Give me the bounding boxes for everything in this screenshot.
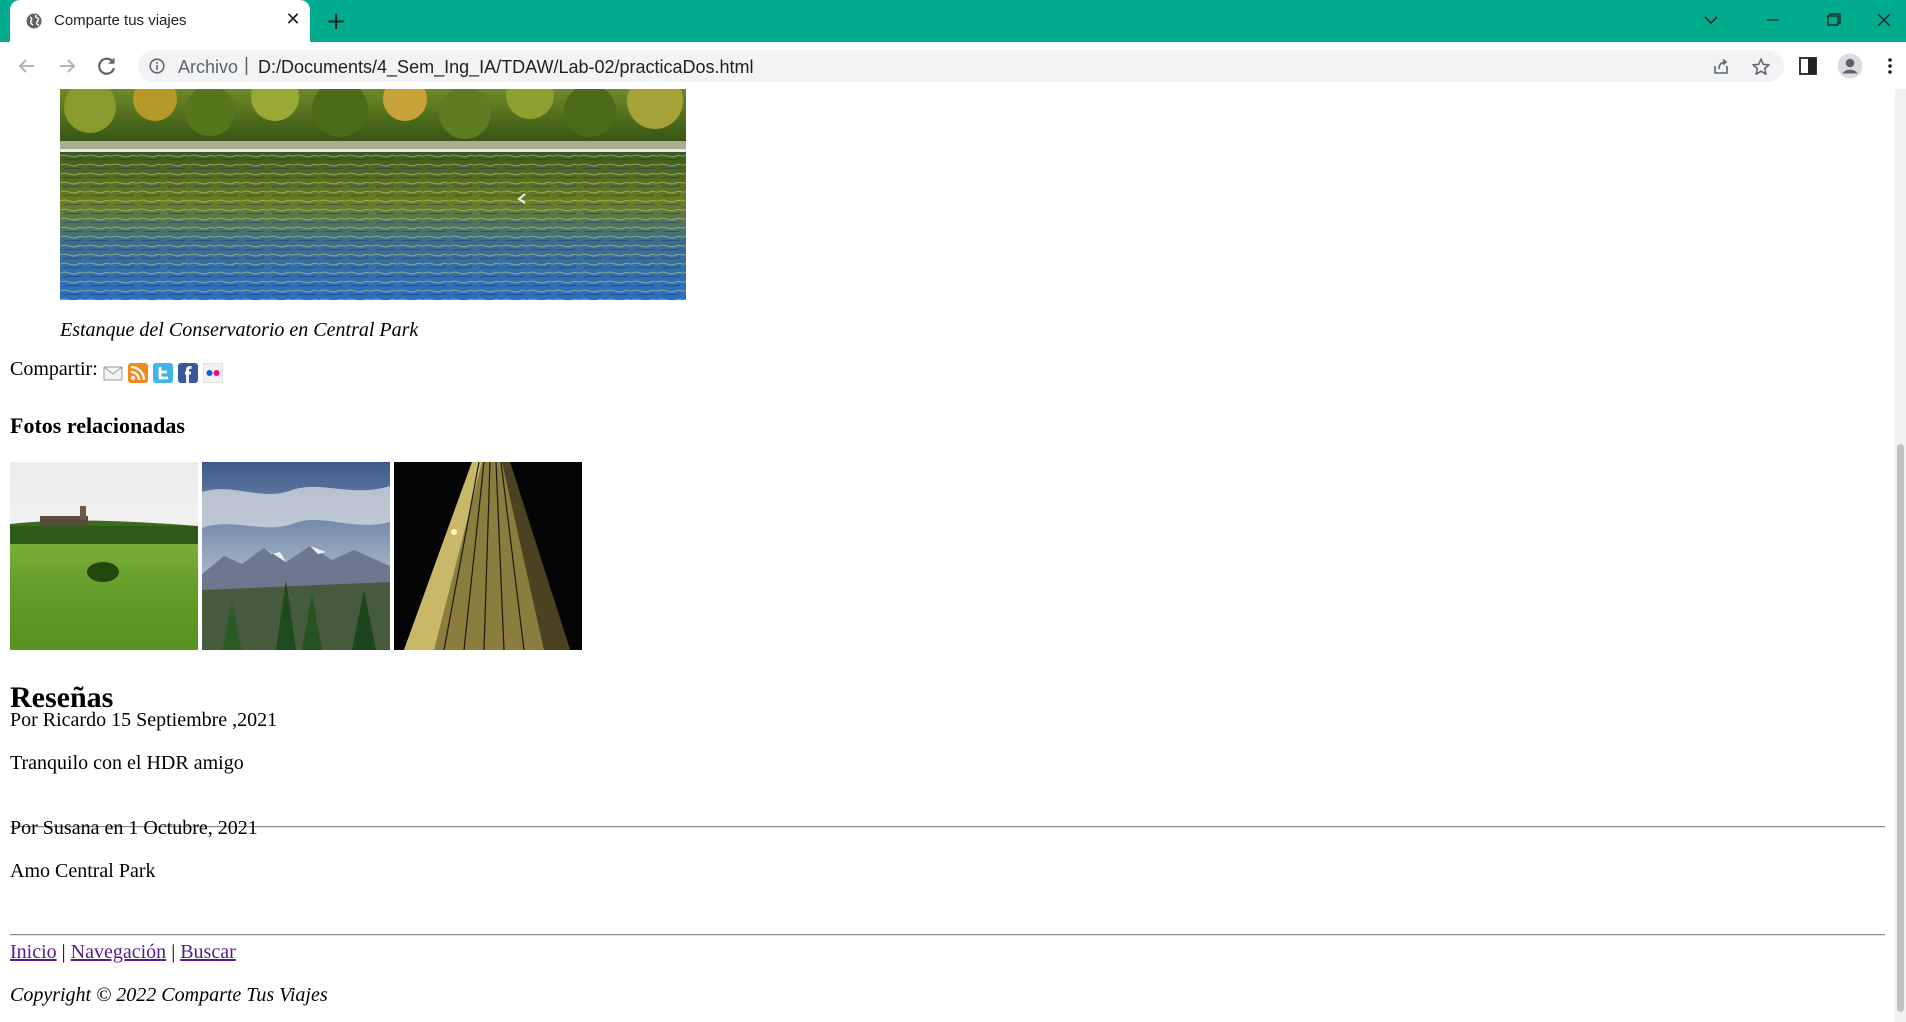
page-scrollbar[interactable] — [1895, 89, 1906, 1022]
footer-divider-text: | — [61, 941, 66, 963]
close-window-icon[interactable] — [1867, 6, 1901, 34]
review-text: Tranquilo con el HDR amigo — [10, 752, 244, 774]
browser-tab[interactable]: Comparte tus viajes ✕ — [10, 0, 310, 42]
hero-caption: Estanque del Conservatorio en Central Pa… — [60, 319, 419, 341]
address-scheme: Archivo — [178, 57, 239, 77]
address-bar[interactable]: Archivo | D:/Documents/4_Sem_Ing_IA/TDAW… — [138, 50, 1784, 82]
more-menu-icon[interactable] — [1883, 55, 1897, 77]
tab-search-chevron-icon[interactable] — [1694, 6, 1728, 34]
address-separator: | — [244, 55, 249, 76]
share-label: Compartir: — [10, 358, 98, 380]
url-text[interactable]: D:/Documents/4_Sem_Ing_IA/TDAW/Lab-02/pr… — [258, 57, 754, 78]
globe-icon — [26, 13, 42, 29]
twitter-icon[interactable] — [153, 363, 173, 383]
flickr-icon[interactable] — [203, 363, 223, 383]
review-divider — [10, 826, 1885, 828]
browser-toolbar: Archivo | D:/Documents/4_Sem_Ing_IA/TDAW… — [0, 42, 1906, 90]
facebook-icon[interactable] — [178, 363, 198, 383]
reload-icon[interactable] — [92, 51, 122, 81]
side-panel-icon[interactable] — [1797, 55, 1819, 77]
footer-divider — [10, 934, 1885, 936]
profile-avatar-icon[interactable] — [1837, 53, 1863, 79]
minimize-icon[interactable] — [1756, 6, 1790, 34]
related-photo-mountains[interactable] — [202, 462, 390, 650]
new-tab-icon[interactable]: + — [322, 8, 350, 36]
forward-arrow-icon[interactable] — [52, 51, 82, 81]
tab-title: Comparte tus viajes — [54, 12, 187, 29]
related-photos-title: Fotos relacionadas — [10, 413, 185, 438]
rss-icon[interactable] — [128, 363, 148, 383]
back-arrow-icon[interactable] — [12, 51, 42, 81]
close-tab-icon[interactable]: ✕ — [282, 9, 304, 31]
copyright: Copyright © 2022 Comparte Tus Viajes — [10, 984, 328, 1006]
footer-link-navegacion[interactable]: Navegación — [71, 941, 167, 963]
related-photo-skyscraper[interactable] — [394, 462, 582, 650]
footer-link-inicio[interactable]: Inicio — [10, 941, 57, 963]
browser-tab-strip: Comparte tus viajes ✕ + — [0, 0, 1906, 42]
review-text: Amo Central Park — [10, 860, 156, 882]
scrollbar-thumb[interactable] — [1897, 444, 1904, 1012]
page-viewport: Estanque del Conservatorio en Central Pa… — [0, 89, 1895, 1022]
hero-pond-photo — [60, 89, 686, 300]
footer-nav: Inicio | Navegación | Buscar — [10, 941, 236, 964]
review-byline: Por Susana en 1 Octubre, 2021 — [10, 817, 258, 839]
footer-link-buscar[interactable]: Buscar — [180, 941, 236, 963]
footer-divider-text: | — [171, 941, 176, 963]
review-byline: Por Ricardo 15 Septiembre ,2021 — [10, 709, 278, 731]
share-page-icon[interactable] — [1711, 57, 1731, 77]
info-icon[interactable] — [149, 58, 165, 74]
related-photo-field[interactable] — [10, 462, 198, 650]
email-icon[interactable] — [103, 363, 123, 383]
bookmark-star-icon[interactable] — [1751, 57, 1771, 77]
restore-icon[interactable] — [1816, 6, 1850, 34]
